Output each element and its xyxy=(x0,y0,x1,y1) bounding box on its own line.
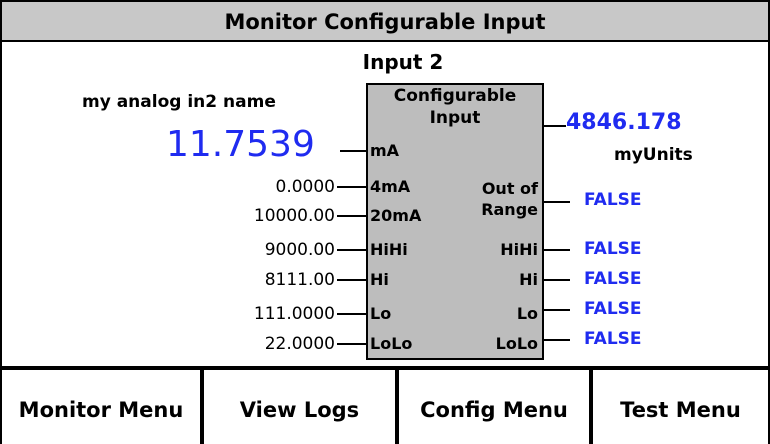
pin-hihi: HiHi xyxy=(370,240,408,259)
connector-output-value xyxy=(542,125,566,127)
pin-lolo: LoLo xyxy=(370,334,413,353)
out-of-range-line2: Range xyxy=(481,200,538,219)
connector-20mA xyxy=(337,215,366,217)
out-of-range-status: FALSE xyxy=(584,190,642,210)
connector-out-lo xyxy=(542,309,570,311)
analog-name: my analog in2 name xyxy=(82,92,276,112)
block-title-line1: Configurable xyxy=(393,86,517,106)
measured-value: 11.7539 xyxy=(166,124,315,165)
connector-out-hi xyxy=(542,279,570,281)
output-units: myUnits xyxy=(614,145,693,165)
connector-4mA xyxy=(337,186,366,188)
out-of-range-line1: Out of xyxy=(481,179,538,198)
config-menu-button[interactable]: Config Menu xyxy=(399,370,589,444)
pin-lo: Lo xyxy=(370,304,392,323)
connector-out-hihi xyxy=(542,249,570,251)
mA-connector xyxy=(340,150,366,152)
out-pin-hihi: HiHi xyxy=(500,240,538,259)
pin-20mA: 20mA xyxy=(370,206,422,225)
out-pin-hi: Hi xyxy=(519,270,538,289)
screen-title: Monitor Configurable Input xyxy=(0,0,770,40)
param-hi: 8111.00 xyxy=(264,270,335,290)
monitor-menu-button[interactable]: Monitor Menu xyxy=(2,370,200,444)
lo-status: FALSE xyxy=(584,299,642,319)
pin-hi: Hi xyxy=(370,270,389,289)
test-menu-button[interactable]: Test Menu xyxy=(593,370,768,444)
connector-hihi xyxy=(337,249,366,251)
connector-lo xyxy=(337,313,366,315)
block-title-line2: Input xyxy=(429,108,481,128)
connector-lolo xyxy=(337,343,366,345)
param-lolo: 22.0000 xyxy=(264,334,335,354)
pin-4mA: 4mA xyxy=(370,177,411,196)
pin-mA: mA xyxy=(370,141,400,160)
hi-status: FALSE xyxy=(584,269,642,289)
param-hihi: 9000.00 xyxy=(264,240,335,260)
connector-hi xyxy=(337,279,366,281)
view-logs-button[interactable]: View Logs xyxy=(204,370,395,444)
param-4mA: 0.0000 xyxy=(275,177,335,197)
out-pin-lolo: LoLo xyxy=(495,334,538,353)
param-lo: 111.0000 xyxy=(253,304,335,324)
out-pin-lo: Lo xyxy=(516,304,538,323)
hihi-status: FALSE xyxy=(584,239,642,259)
input-label: Input 2 xyxy=(362,50,444,74)
lolo-status: FALSE xyxy=(584,329,642,349)
screen: Monitor Configurable Input Input 2 my an… xyxy=(0,0,770,444)
param-20mA: 10000.00 xyxy=(253,206,335,226)
output-value: 4846.178 xyxy=(566,110,682,135)
connector-out-of-range xyxy=(542,201,570,203)
connector-out-lolo xyxy=(542,339,570,341)
